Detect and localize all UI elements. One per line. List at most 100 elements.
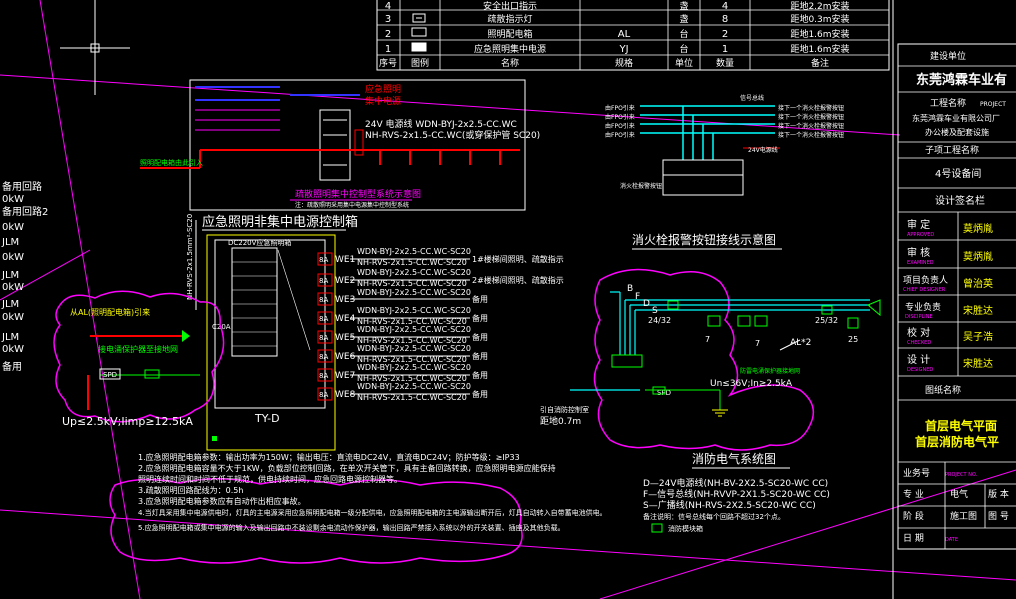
row-unit: 台 [679, 43, 688, 55]
svg-text:WDN-BYJ-2x2.5-CC.WC-SC20: WDN-BYJ-2x2.5-CC.WC-SC20 [357, 268, 471, 277]
drawing-title1: 首层电气平面 [925, 418, 997, 433]
left-edge-labels: 备用回路 0kW 备用回路2 0kW JLM 0kW JLM 0kW JLM 0… [1, 180, 48, 373]
svg-text:8A: 8A [319, 391, 328, 399]
row-note: 距地1.6m安装 [790, 43, 849, 55]
job-label: 业务号 [903, 467, 930, 479]
signal-bus-label: 信号总线 [740, 94, 764, 102]
note-line: 照明连续时间和时间不低于规范，供电持续时间，应急回路电源控制器等。 [138, 474, 402, 484]
svg-text:备用: 备用 [472, 370, 488, 380]
sheet-label: 图 号 [988, 511, 1009, 522]
row-no: 4 [385, 1, 391, 12]
row-model: AL [618, 29, 631, 40]
svg-text:莫炳胤: 莫炳胤 [963, 250, 993, 263]
from-al-label: 从AL(照明配电箱)引来 [70, 307, 150, 317]
fire-spd-spec: Un≤36V;In≥2.5kA [710, 379, 793, 389]
circuit-row: 8A WE8 WDN-BYJ-2x2.5-CC.WC-SC20 NH-RVS-2… [317, 382, 488, 402]
diagram-note: 注：疏散照明采用集中电源集中控制型系统 [295, 201, 409, 209]
svg-text:0kW: 0kW [2, 194, 24, 205]
row-no: 1 [385, 44, 391, 55]
svg-text:25/32: 25/32 [815, 316, 838, 325]
project-en: PROJECT [980, 101, 1006, 108]
row-name: 照明配电箱 [487, 28, 532, 40]
svg-text:由FPO引来: 由FPO引来 [605, 113, 635, 121]
svg-text:0kW: 0kW [2, 282, 24, 293]
svg-text:1#楼梯间照明、疏散指示: 1#楼梯间照明、疏散指示 [472, 254, 564, 264]
note-line: 1.应急照明配电箱参数：输出功率为150W；输出电压：直流电DC24V，直流电D… [138, 452, 520, 462]
row-no: 3 [385, 14, 391, 25]
discipline-value: 电气 [950, 488, 968, 500]
circuit-row: 8A WE7 WDN-BYJ-2x2.5-CC.WC-SC20 NH-RVS-2… [317, 363, 488, 383]
svg-text:8A: 8A [319, 256, 328, 264]
svg-text:8A: 8A [319, 315, 328, 323]
row-qty: 2 [722, 29, 728, 40]
header-no: 序号 [379, 57, 397, 69]
box-name: TY-D [254, 412, 280, 425]
date-label: 日 期 [903, 533, 924, 544]
drawing-title2: 首层消防电气平 [915, 434, 999, 449]
svg-text:8A: 8A [319, 334, 328, 342]
wire1-label: 24V 电源线 WDN-BYJ-2x2.5-CC.WC [365, 118, 517, 130]
svg-text:备用: 备用 [2, 360, 22, 373]
note-line: 3.应急照明配电箱参数应有自动作出相应事故。 [138, 496, 306, 506]
row-name: 应急照明集中电源 [474, 43, 546, 55]
svg-text:NH-RVS-2x1.5-CC.WC-SC20: NH-RVS-2x1.5-CC.WC-SC20 [357, 258, 467, 267]
svg-text:WDN-BYJ-2x2.5-CC.WC-SC20: WDN-BYJ-2x2.5-CC.WC-SC20 [357, 363, 471, 372]
row-model: YJ [618, 44, 628, 55]
svg-text:NH-RVS-2x1.5-CC.WC-SC20: NH-RVS-2x1.5-CC.WC-SC20 [357, 393, 467, 402]
distribution-box-icon [411, 27, 427, 37]
svg-text:备注说明：信号总线每个回路不超过32个点。: 备注说明：信号总线每个回路不超过32个点。 [643, 512, 785, 521]
crosshair-cursor[interactable] [60, 0, 130, 95]
row-unit: 盏 [679, 0, 688, 12]
note-line: 2.应急照明配电箱容量不大于1KW，负载部位控制回路，在单次开关管下，具有主备回… [138, 463, 556, 473]
svg-text:设 计: 设 计 [907, 353, 930, 366]
svg-text:备用回路: 备用回路 [2, 180, 42, 193]
svg-text:8A: 8A [319, 296, 328, 304]
row-no: 2 [385, 29, 391, 40]
circuit-row: 8A WE2 WDN-BYJ-2x2.5-CC.WC-SC20 NH-RVS-2… [317, 268, 564, 288]
svg-text:WE7: WE7 [335, 371, 355, 381]
svg-text:接下一个消火栓报警按钮: 接下一个消火栓报警按钮 [778, 104, 844, 112]
spd-label: SPD [103, 371, 117, 379]
svg-text:CHECKED: CHECKED [907, 340, 931, 346]
svg-text:WDN-BYJ-2x2.5-CC.WC-SC20: WDN-BYJ-2x2.5-CC.WC-SC20 [357, 382, 471, 391]
row-qty: 8 [722, 14, 728, 25]
red-label: 应急照明 [365, 83, 401, 95]
header-note: 备注 [811, 57, 829, 69]
circuit-row: 8A WE6 WDN-BYJ-2x2.5-CC.WC-SC20 NH-RVS-2… [317, 344, 488, 364]
stage-value: 施工图 [950, 510, 977, 522]
svg-text:宋胜达: 宋胜达 [963, 304, 993, 317]
svg-text:消防模块箱: 消防模块箱 [668, 524, 703, 533]
button-label: 消火栓报警按钮 [620, 182, 662, 190]
svg-text:F—信号总线(NH-RVVP-2X1.5-SC20-WC C: F—信号总线(NH-RVVP-2X1.5-SC20-WC CC) [643, 488, 830, 500]
svg-text:WDN-BYJ-2x2.5-CC.WC-SC20: WDN-BYJ-2x2.5-CC.WC-SC20 [357, 288, 471, 297]
row-qty: 4 [722, 1, 728, 12]
discipline-label: 专 业 [903, 488, 924, 500]
builder-label: 建设单位 [930, 50, 966, 62]
svg-text:0kW: 0kW [2, 312, 24, 323]
svg-text:WE2: WE2 [335, 276, 355, 286]
spd-note: 接电涌保护器至接地网 [98, 344, 178, 354]
spd-spec: Up≤2.5kV;Iimp≥12.5kA [62, 415, 193, 428]
svg-text:DISCIPLINE: DISCIPLINE [905, 314, 933, 320]
row-unit: 盏 [679, 13, 688, 25]
diagram-caption: 疏散照明集中控制型系统示意图 [295, 188, 421, 200]
circuit-row: 8A WE3 WDN-BYJ-2x2.5-CC.WC-SC20 备用 [317, 288, 488, 306]
svg-text:WDN-BYJ-2x2.5-CC.WC-SC20: WDN-BYJ-2x2.5-CC.WC-SC20 [357, 325, 471, 334]
svg-text:2#楼梯间照明、疏散指示: 2#楼梯间照明、疏散指示 [472, 275, 564, 285]
svg-text:WE6: WE6 [335, 352, 356, 362]
svg-text:曾治英: 曾治英 [963, 277, 993, 290]
red-label2: 集中电源 [365, 95, 401, 107]
svg-text:24/32: 24/32 [648, 316, 671, 325]
svg-text:S—广播线(NH-RVS-2X2.5-SC20-WC CC): S—广播线(NH-RVS-2X2.5-SC20-WC CC) [643, 499, 816, 511]
svg-text:0kW: 0kW [2, 344, 24, 355]
svg-text:8A: 8A [319, 353, 328, 361]
fire-spd-note: 防雷电涌保护器接地网 [740, 367, 800, 375]
svg-text:接下一个消火栓报警按钮: 接下一个消火栓报警按钮 [778, 113, 844, 121]
row-qty: 1 [722, 44, 728, 55]
stage-label: 阶 段 [903, 510, 924, 522]
sub-label: 子项工程名称 [925, 144, 979, 156]
svg-text:专业负责: 专业负责 [905, 301, 941, 313]
svg-text:APPROVED: APPROVED [907, 232, 934, 238]
header-unit: 单位 [675, 57, 693, 69]
svg-text:F: F [635, 292, 640, 302]
